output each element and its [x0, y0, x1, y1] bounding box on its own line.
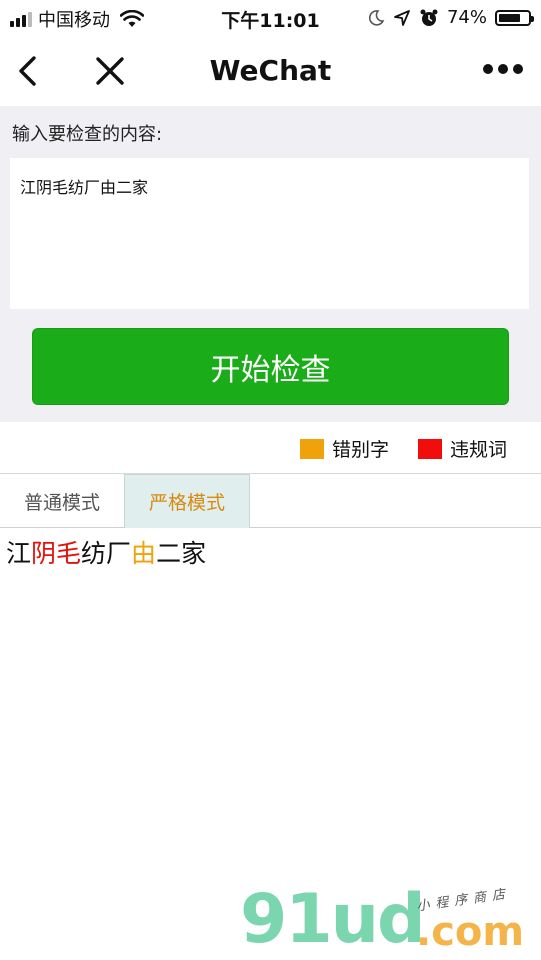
result-segment-normal: 纺厂: [81, 539, 132, 568]
result-segment-normal: 江: [6, 539, 32, 568]
location-arrow-icon: [394, 9, 410, 26]
wifi-icon: [120, 10, 144, 27]
result-segment-normal: 二家: [156, 539, 207, 568]
status-bar: 中国移动 下午11:01 74%: [0, 0, 541, 36]
check-result: 江阴毛纺厂由二家: [6, 534, 206, 570]
tab-strict-mode[interactable]: 严格模式: [124, 474, 250, 528]
legend-item-banned: 违规词: [418, 435, 507, 462]
mode-tabs: 普通模式 严格模式: [0, 474, 541, 528]
input-section: 输入要检查的内容: 江阴毛纺厂由二家 开始检查: [0, 106, 541, 422]
watermark-domain: .com: [416, 909, 525, 955]
alarm-icon: [420, 9, 438, 26]
back-icon[interactable]: [12, 53, 48, 89]
battery-fill: [499, 13, 520, 22]
more-menu-icon[interactable]: [483, 64, 523, 74]
content-textarea[interactable]: 江阴毛纺厂由二家: [10, 158, 529, 309]
legend-banned-label: 违规词: [450, 439, 508, 461]
battery-percent: 74%: [446, 7, 487, 28]
tab-normal-mode[interactable]: 普通模式: [0, 474, 124, 528]
close-icon[interactable]: [92, 53, 128, 89]
result-segment-banned: 阴毛: [31, 539, 82, 568]
battery-icon: [495, 9, 534, 26]
carrier-name: 中国移动: [38, 10, 110, 31]
status-right: 74%: [367, 7, 534, 28]
start-check-button[interactable]: 开始检查: [32, 328, 509, 405]
nav-bar: WeChat: [0, 36, 541, 106]
legend-item-typo: 错别字: [300, 435, 389, 462]
signal-icon: [10, 11, 32, 27]
page-title: WeChat: [209, 54, 332, 87]
legend: 错别字 违规词: [0, 422, 541, 474]
watermark-logo: 91ud: [240, 880, 426, 959]
input-label: 输入要检查的内容:: [12, 124, 163, 145]
watermark: 91ud 小程序商店 .com: [240, 880, 530, 959]
typo-swatch: [300, 438, 324, 459]
banned-swatch: [418, 438, 442, 459]
result-segment-typo: 由: [131, 539, 157, 568]
legend-typo-label: 错别字: [332, 439, 390, 461]
status-left: 中国移动: [10, 6, 144, 32]
moon-icon: [368, 9, 385, 26]
